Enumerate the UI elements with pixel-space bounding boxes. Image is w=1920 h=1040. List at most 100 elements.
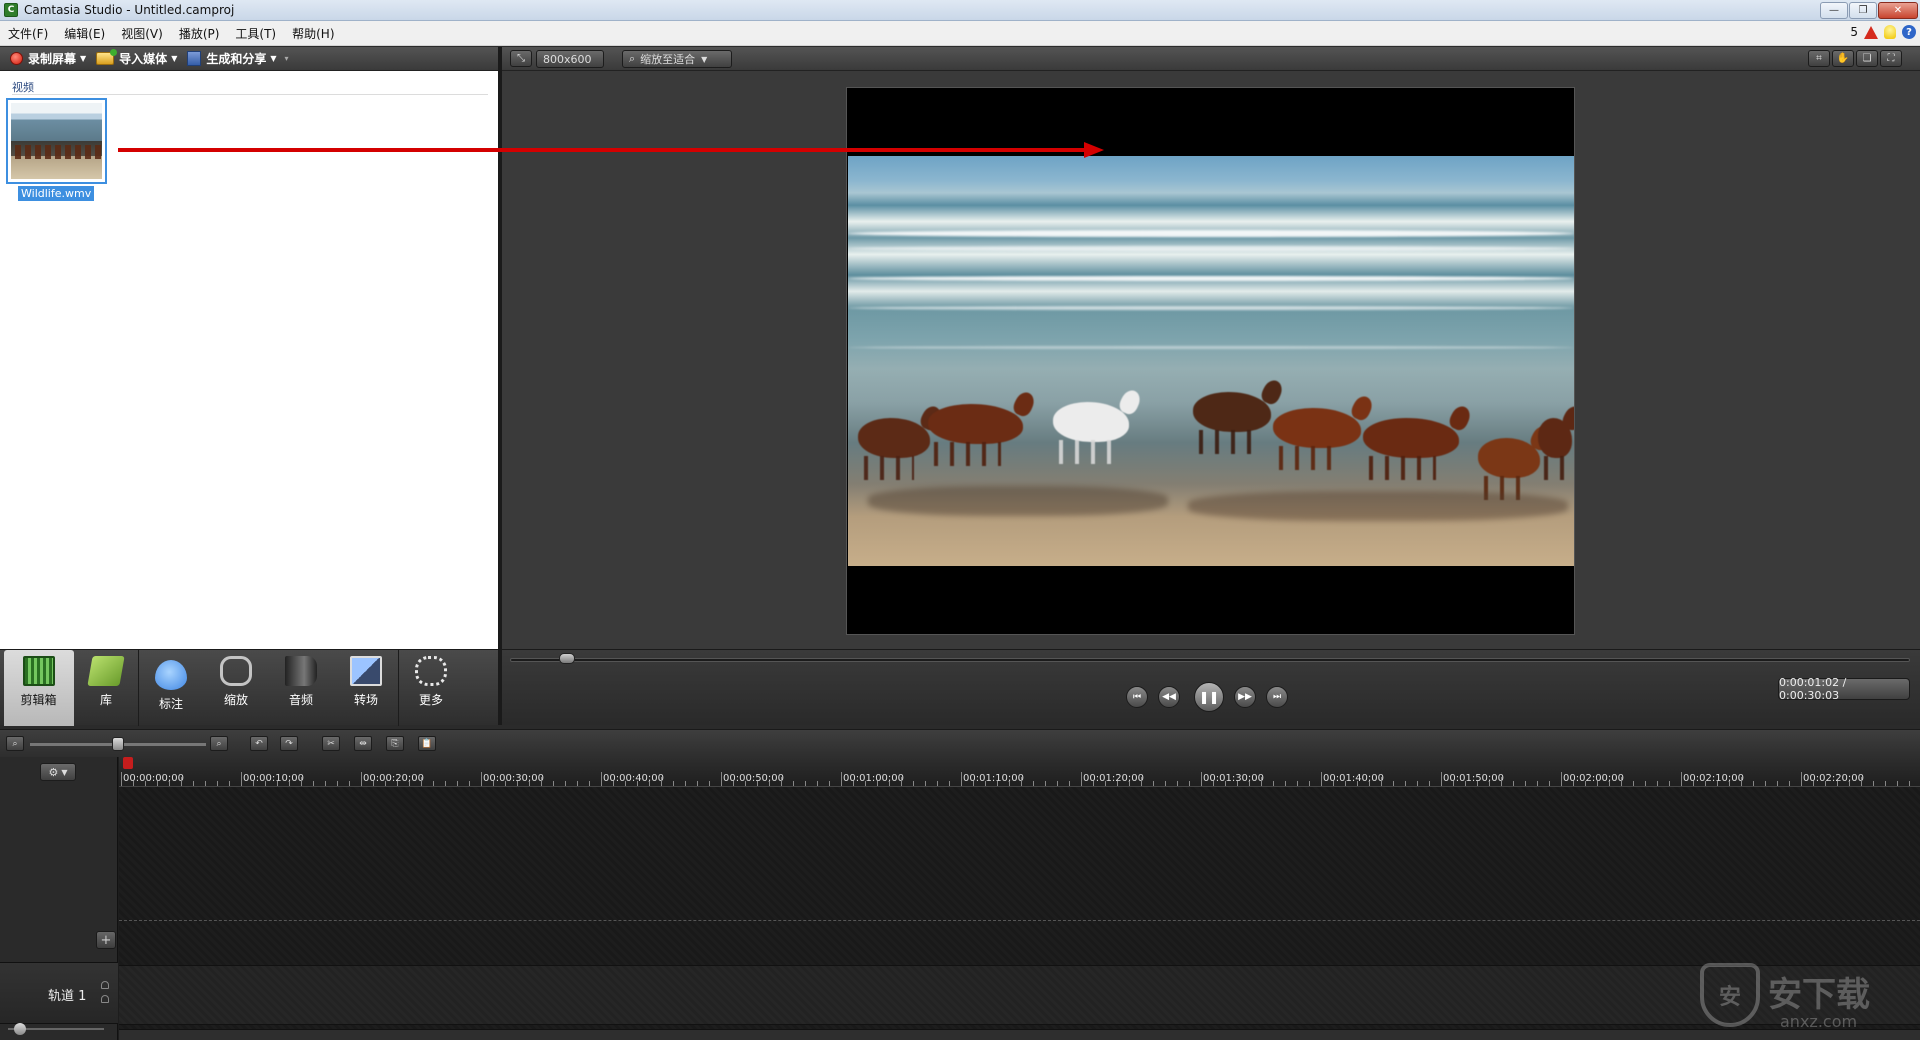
menu-view[interactable]: 视图(V) (113, 25, 171, 42)
pause-button[interactable]: ❚❚ (1194, 682, 1224, 712)
import-media-button[interactable]: 导入媒体 ▼ (96, 49, 177, 67)
clip-bin-panel: 视频 Wildlife.wmv (0, 71, 498, 649)
tab-clip-bin[interactable]: 剪辑箱 (4, 650, 74, 726)
ruler-minor-tick (1429, 781, 1430, 786)
menu-help[interactable]: 帮助(H) (284, 25, 342, 42)
undo-icon[interactable]: ↶ (250, 736, 268, 751)
ruler-minor-tick (1033, 781, 1034, 786)
drop-zone-line (119, 920, 1920, 921)
menu-tools[interactable]: 工具(T) (227, 25, 284, 42)
ruler-minor-tick (1009, 781, 1010, 786)
track-1-header[interactable]: 轨道 1 (0, 962, 118, 1024)
ruler-major-tick (1561, 772, 1562, 786)
ruler-minor-tick (1393, 781, 1394, 786)
camtasia-window: C Camtasia Studio - Untitled.camproj — ❐… (0, 0, 1920, 1040)
timeline-ruler[interactable]: 00:00:00;00 00:00:10;00 00:00:20;00 00:00:3… (119, 757, 1920, 787)
detach-preview-icon[interactable]: ❏ (1856, 50, 1878, 67)
tab-callouts[interactable]: 标注 (139, 650, 204, 726)
warning-icon[interactable] (1864, 25, 1878, 39)
ruler-minor-tick (1069, 781, 1070, 786)
toolbar-overflow-icon[interactable]: ▾ (285, 54, 289, 63)
jump-to-start-button[interactable]: ⏮ (1126, 686, 1148, 708)
visibility-icon[interactable] (101, 981, 109, 989)
ruler-minor-tick (805, 781, 806, 786)
zoom-out-icon[interactable]: ⌕ (6, 736, 24, 751)
ruler-minor-tick (793, 781, 794, 786)
chevron-down-icon: ▼ (270, 54, 277, 63)
ruler-minor-tick (1297, 781, 1298, 786)
track-headers: ⚙ ▼ + 轨道 1 (0, 757, 118, 1040)
minimize-button[interactable]: — (1820, 2, 1848, 19)
close-button[interactable]: ✕ (1878, 2, 1918, 19)
ruler-minor-tick (1741, 777, 1742, 786)
tab-zoom[interactable]: 缩放 (204, 650, 269, 726)
ruler-minor-tick (253, 781, 254, 786)
menu-bar: 文件(F) 编辑(E) 视图(V) 播放(P) 工具(T) 帮助(H) 5 ? (0, 21, 1920, 46)
ruler-minor-tick (1165, 781, 1166, 786)
scrub-handle[interactable] (559, 653, 575, 664)
copy-icon[interactable]: ⎘ (386, 736, 404, 751)
fast-forward-button[interactable]: ▶▶ (1234, 686, 1256, 708)
jump-to-end-button[interactable]: ⏭ (1266, 686, 1288, 708)
lock-icon[interactable] (101, 995, 109, 1003)
pan-hand-icon[interactable]: ✋ (1832, 50, 1854, 67)
cut-icon[interactable]: ✂ (322, 736, 340, 751)
record-screen-button[interactable]: 录制屏幕 ▼ (10, 50, 86, 67)
rewind-button[interactable]: ◀◀ (1158, 686, 1180, 708)
ruler-minor-tick (1909, 781, 1910, 786)
menu-edit[interactable]: 编辑(E) (56, 25, 113, 42)
tab-audio[interactable]: 音频 (269, 650, 334, 726)
editing-dimensions-icon[interactable]: ⤡ (510, 50, 532, 67)
ruler-minor-tick (289, 781, 290, 786)
ruler-major-tick (1441, 772, 1442, 786)
help-icon[interactable]: ? (1902, 25, 1916, 39)
crop-icon[interactable]: ⌗ (1808, 50, 1830, 67)
tab-transitions[interactable]: 转场 (334, 650, 399, 726)
menu-file[interactable]: 文件(F) (0, 25, 56, 42)
timeline-horizontal-scrollbar[interactable] (119, 1029, 1920, 1040)
produce-share-button[interactable]: 生成和分享 ▼ ▾ (187, 50, 289, 67)
ruler-minor-tick (949, 781, 950, 786)
video-preview[interactable] (846, 87, 1575, 635)
zoom-dropdown[interactable]: ⌕ 缩放至适合 ▼ (622, 50, 732, 68)
ruler-minor-tick (301, 777, 302, 786)
editing-dimensions-button[interactable]: 800x600 (536, 50, 604, 68)
maximize-button[interactable]: ❐ (1849, 2, 1877, 19)
zoom-in-icon[interactable]: ⌕ (210, 736, 228, 751)
tab-label: 音频 (288, 693, 313, 707)
ruler-minor-tick (1513, 781, 1514, 786)
add-track-button[interactable]: + (96, 931, 116, 949)
chevron-down-icon: ▼ (61, 767, 68, 777)
clip-thumbnail[interactable] (6, 98, 107, 184)
clip-name[interactable]: Wildlife.wmv (18, 186, 95, 201)
redo-icon[interactable]: ↷ (280, 736, 298, 751)
ruler-minor-tick (145, 781, 146, 786)
fullscreen-icon[interactable]: ⛶ (1880, 50, 1902, 67)
callout-bubble-icon (155, 660, 187, 690)
tab-library[interactable]: 库 (74, 650, 139, 726)
ruler-minor-tick (1825, 781, 1826, 786)
track-area[interactable] (119, 787, 1920, 1040)
ruler-major-tick (1201, 772, 1202, 786)
playhead[interactable] (123, 757, 133, 769)
ruler-major-tick (601, 772, 602, 786)
ruler-minor-tick (517, 781, 518, 786)
tab-more[interactable]: 更多 (399, 650, 464, 726)
ruler-major-tick (121, 772, 122, 786)
track-1-row[interactable] (119, 965, 1920, 1025)
ruler-minor-tick (733, 781, 734, 786)
ruler-minor-tick (1657, 781, 1658, 786)
ruler-minor-tick (1345, 781, 1346, 786)
split-icon[interactable]: ⇹ (354, 736, 372, 751)
menu-play[interactable]: 播放(P) (171, 25, 228, 42)
timeline-settings-button[interactable]: ⚙ ▼ (40, 763, 76, 781)
ruler-minor-tick (325, 781, 326, 786)
paste-icon[interactable]: 📋 (418, 736, 436, 751)
ruler-minor-tick (313, 781, 314, 786)
timeline-zoom-handle[interactable] (112, 737, 124, 751)
ruler-minor-tick (637, 781, 638, 786)
track-height-handle[interactable] (14, 1023, 26, 1035)
scrub-bar[interactable] (510, 658, 1910, 662)
ruler-minor-tick (877, 781, 878, 786)
lightbulb-icon[interactable] (1884, 25, 1896, 39)
